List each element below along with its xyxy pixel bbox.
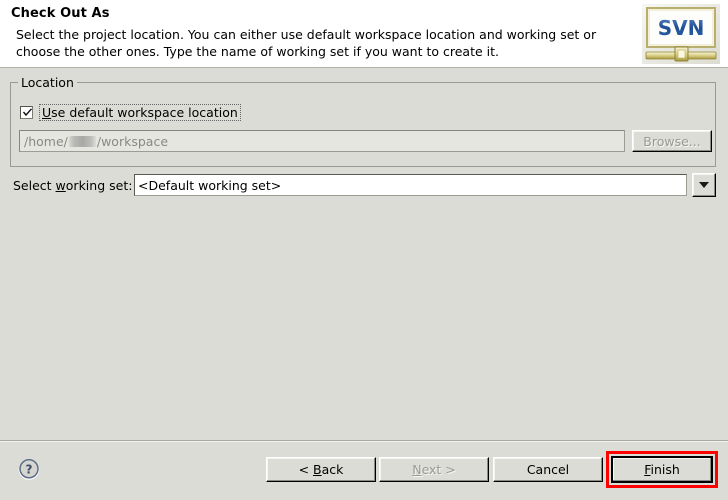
cancel-button[interactable]: Cancel [493,457,603,482]
chevron-down-icon [699,182,709,188]
location-groupbox-legend: Location [18,75,77,90]
working-set-dropdown-button[interactable] [692,173,716,197]
page-title: Check Out As [11,6,110,21]
workspace-path-prefix: /home/ [24,133,68,149]
question-mark-icon: ? [18,459,40,480]
cancel-button-label: Cancel [526,462,570,477]
checkbox-label-rest: se default workspace location [51,105,238,120]
back-button[interactable]: < Back [266,457,376,482]
svn-banner-icon: SVN [642,4,720,64]
checkbox-label: Use default workspace location [39,104,241,121]
workspace-path-input[interactable]: /home/ /workspace [19,130,625,152]
browse-button-label: Browse... [643,133,701,149]
browse-button[interactable]: Browse... [632,130,712,152]
dialog-header: Check Out As Select the project location… [0,0,728,68]
checkbox-box[interactable] [20,106,33,119]
working-set-input[interactable]: <Default working set> [134,174,687,196]
checkmark-icon [22,108,33,117]
page-description: Select the project location. You can eit… [16,27,597,59]
location-groupbox [10,82,716,167]
working-set-label-mnemonic: w [55,178,66,193]
next-button[interactable]: Next > [379,457,489,482]
working-set-label: Select working set: [13,178,132,193]
workspace-path-redacted-username [68,135,96,147]
working-set-label-pre: Select [13,178,56,193]
next-button-label: Next > [412,462,456,477]
checkbox-label-mnemonic: U [42,105,52,120]
finish-button[interactable]: Finish [611,456,713,483]
back-button-label: < Back [298,462,344,477]
use-default-workspace-location-checkbox[interactable]: Use default workspace location [20,104,241,121]
working-set-label-post: orking set: [65,178,133,193]
workspace-path-suffix: /workspace [96,133,169,149]
footer-separator [0,440,728,442]
help-button[interactable]: ? [17,457,41,481]
svg-text:?: ? [26,463,33,477]
svn-logo-text: SVN [658,16,705,40]
working-set-value: <Default working set> [138,177,282,193]
finish-button-label: Finish [644,462,680,477]
